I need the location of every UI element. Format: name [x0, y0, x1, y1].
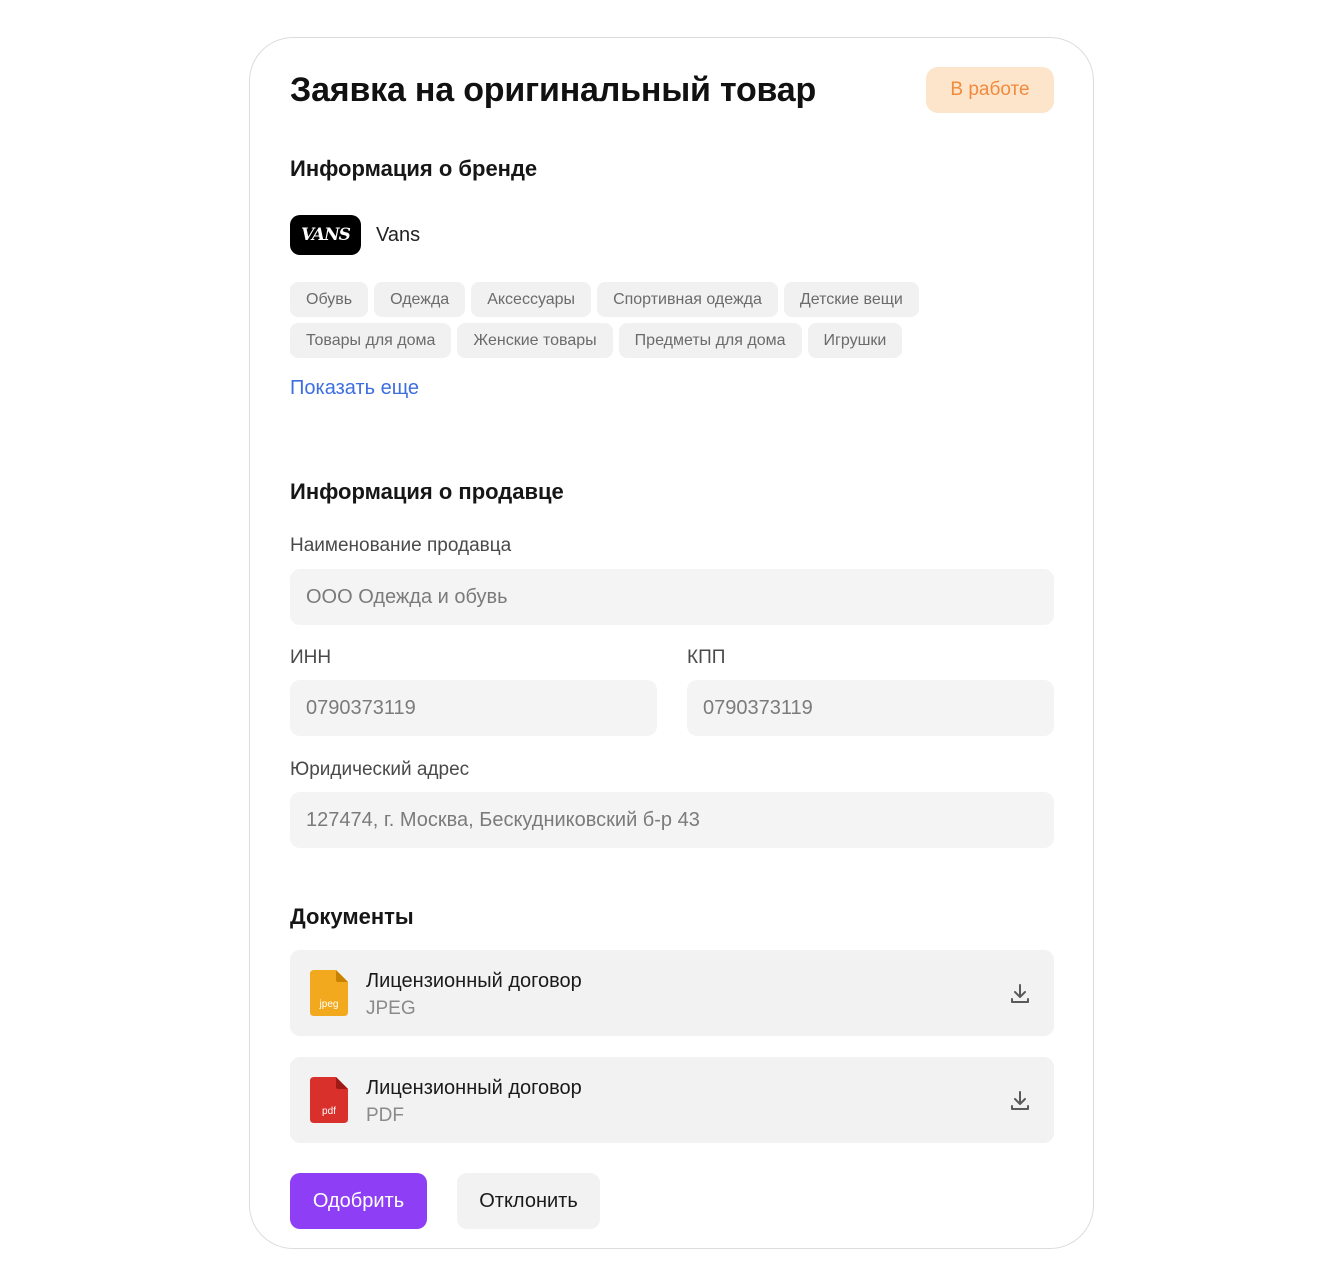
inn-label: ИНН — [290, 647, 332, 668]
kpp-field[interactable]: 0790373119 — [687, 680, 1054, 736]
category-tag: Игрушки — [807, 323, 903, 358]
document-name: Лицензионный договор — [366, 1077, 582, 1099]
brand-logo: VANS — [290, 215, 361, 255]
page-title: Заявка на оригинальный товар — [290, 71, 817, 109]
document-type: PDF — [366, 1105, 404, 1126]
category-tag: Спортивная одежда — [597, 282, 778, 317]
category-tags: Обувь Одежда Аксессуары Спортивная одежд… — [290, 282, 990, 364]
reject-button[interactable]: Отклонить — [457, 1173, 600, 1229]
approve-button[interactable]: Одобрить — [290, 1173, 427, 1229]
category-tag: Товары для дома — [290, 323, 452, 358]
jpeg-file-icon: jpeg — [310, 970, 348, 1016]
document-item-pdf[interactable]: pdf Лицензионный договор PDF — [290, 1057, 1054, 1143]
application-card: Заявка на оригинальный товар В работе Ин… — [249, 37, 1094, 1249]
seller-name-value: ООО Одежда и обувь — [306, 585, 508, 608]
document-type: JPEG — [366, 998, 416, 1019]
pdf-file-icon: pdf — [310, 1077, 348, 1123]
kpp-label: КПП — [687, 647, 726, 668]
download-icon[interactable] — [1006, 1087, 1034, 1115]
seller-name-field[interactable]: ООО Одежда и обувь — [290, 569, 1054, 625]
category-tag: Аксессуары — [471, 282, 592, 317]
address-field[interactable]: 127474, г. Москва, Бескудниковский б-р 4… — [290, 792, 1054, 848]
inn-value: 0790373119 — [306, 696, 416, 719]
show-more-link[interactable]: Показать еще — [290, 377, 419, 400]
brand-section-title: Информация о бренде — [290, 156, 538, 181]
category-tag: Одежда — [374, 282, 466, 317]
document-item-jpeg[interactable]: jpeg Лицензионный договор JPEG — [290, 950, 1054, 1036]
pdf-icon-label: pdf — [322, 1106, 336, 1117]
category-tag: Обувь — [290, 282, 369, 317]
address-value: 127474, г. Москва, Бескудниковский б-р 4… — [306, 808, 700, 831]
category-tag: Предметы для дома — [618, 323, 802, 358]
jpeg-icon-label: jpeg — [319, 999, 339, 1010]
brand-name: Vans — [376, 223, 421, 246]
brand-row: VANS Vans — [290, 215, 420, 255]
status-badge: В работе — [926, 67, 1054, 113]
kpp-value: 0790373119 — [703, 696, 813, 719]
seller-name-label: Наименование продавца — [290, 535, 512, 556]
download-icon[interactable] — [1006, 980, 1034, 1008]
category-tag: Женские товары — [457, 323, 613, 358]
inn-field[interactable]: 0790373119 — [290, 680, 657, 736]
documents-section-title: Документы — [290, 904, 414, 929]
category-tag: Детские вещи — [783, 282, 919, 317]
document-name: Лицензионный договор — [366, 970, 582, 992]
address-label: Юридический адрес — [290, 759, 470, 780]
seller-section-title: Информация о продавце — [290, 479, 564, 504]
